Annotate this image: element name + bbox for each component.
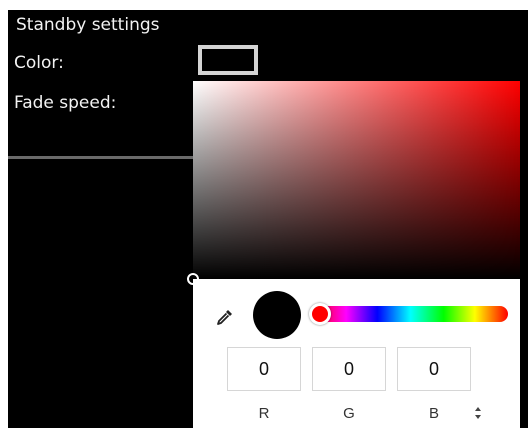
color-preview-circle [253, 291, 301, 339]
divider [8, 156, 194, 159]
color-swatch-button[interactable] [198, 45, 258, 75]
red-input[interactable] [227, 347, 301, 391]
fade-speed-label: Fade speed: [14, 93, 117, 113]
green-label: G [343, 405, 355, 422]
saturation-value-handle[interactable] [187, 273, 199, 285]
panel-title: Standby settings [16, 15, 160, 35]
red-label: R [258, 405, 270, 422]
saturation-value-area[interactable] [193, 81, 520, 279]
blue-label: B [428, 405, 439, 422]
green-input[interactable] [312, 347, 386, 391]
hue-slider-thumb[interactable] [309, 303, 331, 325]
blue-input[interactable] [397, 347, 471, 391]
hue-slider[interactable] [313, 306, 508, 322]
up-down-arrows-icon[interactable] [471, 404, 485, 422]
color-label: Color: [14, 53, 64, 73]
eyedropper-icon[interactable] [215, 307, 235, 327]
color-picker-popup: R G B [187, 81, 520, 428]
